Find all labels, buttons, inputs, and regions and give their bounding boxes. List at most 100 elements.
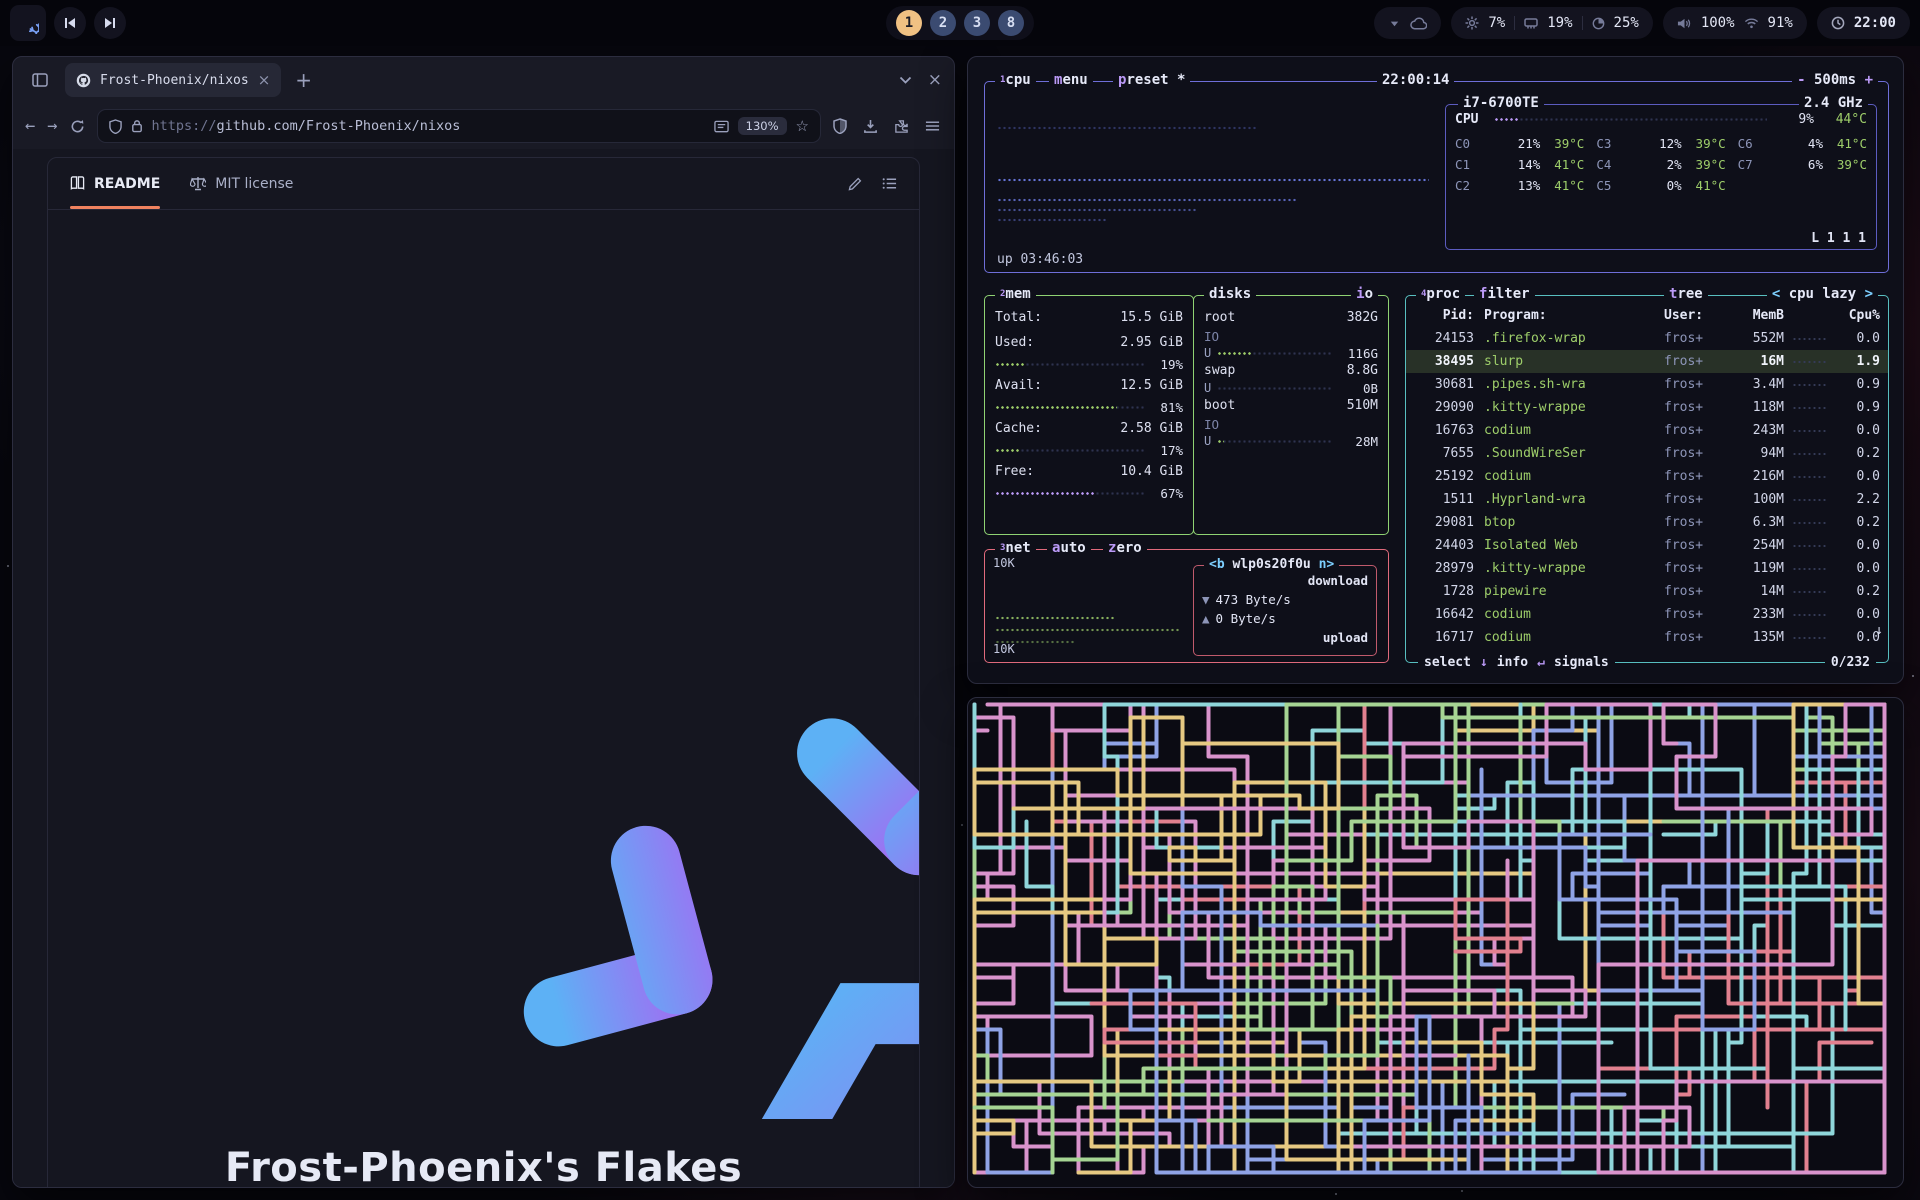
cpu-total-temp: 44°C bbox=[1821, 112, 1867, 127]
github-favicon bbox=[76, 73, 91, 88]
url-text: https://github.com/Frost-Phoenix/nixos bbox=[152, 118, 705, 134]
net-zero-toggle[interactable]: zero bbox=[1103, 540, 1147, 557]
extensions-puzzle-icon[interactable] bbox=[894, 119, 909, 134]
process-row[interactable]: 1511.Hyprland-wrafros+100M2.2 bbox=[1406, 488, 1888, 511]
proc-filter-button[interactable]: filter bbox=[1474, 286, 1535, 303]
net-download-value: ▼473 Byte/s bbox=[1202, 590, 1368, 609]
divider bbox=[1582, 16, 1583, 30]
window-close-button[interactable]: × bbox=[928, 70, 942, 90]
readme-body: Frost-Phoenix's Flakes ★STARS0●REPO SIZE… bbox=[48, 210, 919, 1188]
process-row[interactable]: 29081btopfros+6.3M0.2 bbox=[1406, 511, 1888, 534]
skip-forward-icon bbox=[103, 16, 117, 30]
btop-mem-box: 2mem Total:15.5 GiBUsed:2.95 GiB19%Avail… bbox=[984, 295, 1194, 535]
proc-tree-button[interactable]: tree bbox=[1664, 286, 1708, 303]
workspace-button-1[interactable]: 1 bbox=[896, 10, 922, 36]
process-list: 24153.firefox-wrapfros+552M0.038495slurp… bbox=[1406, 327, 1888, 649]
mem-box-title: 2mem bbox=[995, 286, 1036, 303]
process-table-header[interactable]: Pid: Program: User: MemB Cpu% bbox=[1406, 304, 1888, 327]
pipe bbox=[975, 796, 1352, 1173]
system-stats-widget[interactable]: 7% 19% 25% bbox=[1451, 7, 1652, 39]
menu-button[interactable]: menu bbox=[1049, 72, 1093, 89]
cpu-core-C5: C50%41°C bbox=[1596, 176, 1725, 195]
browser-tab[interactable]: Frost-Phoenix/nixos × bbox=[65, 63, 281, 97]
net-graph bbox=[995, 628, 1180, 632]
wifi-level: 91% bbox=[1768, 15, 1793, 31]
new-tab-button[interactable]: + bbox=[295, 68, 312, 92]
process-row[interactable]: 16717codiumfros+135M0.0 bbox=[1406, 626, 1888, 649]
process-row[interactable]: 28979.kitty-wrappefros+119M0.0 bbox=[1406, 557, 1888, 580]
cpu-gear-icon bbox=[1465, 16, 1479, 30]
net-auto-toggle[interactable]: auto bbox=[1047, 540, 1091, 557]
tab-readme[interactable]: README bbox=[70, 158, 160, 209]
net-scale-bottom: 10K bbox=[993, 642, 1015, 656]
url-rest: github.com/Frost-Phoenix/nixos bbox=[217, 118, 461, 134]
disks-box-title: disks bbox=[1204, 286, 1256, 303]
nixos-launcher-button[interactable] bbox=[10, 5, 46, 41]
select-action[interactable]: select bbox=[1424, 654, 1471, 671]
workspace-next-button[interactable] bbox=[94, 7, 126, 39]
mem-meter: 17% bbox=[995, 444, 1183, 456]
tab-close-button[interactable]: × bbox=[258, 71, 271, 89]
cpu-core-C0: C021%39°C bbox=[1455, 134, 1584, 153]
github-page: README MIT license Frost-Phoenix's Flake… bbox=[13, 149, 954, 1187]
forward-button[interactable]: → bbox=[47, 116, 57, 136]
scroll-down-indicator[interactable]: ↓ bbox=[1875, 623, 1883, 638]
cpu-total-meter bbox=[1494, 115, 1767, 124]
signals-action[interactable]: signals bbox=[1554, 654, 1609, 671]
process-row[interactable]: 38495slurpfros+16M1.9 bbox=[1406, 350, 1888, 373]
process-row[interactable]: 1728pipewirefros+14M0.2 bbox=[1406, 580, 1888, 603]
cpu-graph bbox=[997, 126, 1257, 130]
outline-list-icon[interactable] bbox=[882, 177, 897, 190]
zoom-level-badge[interactable]: 130% bbox=[738, 117, 787, 135]
workspace-list: 1238 bbox=[886, 6, 1034, 40]
cpu-graph bbox=[997, 218, 1107, 222]
privacy-shield-icon[interactable] bbox=[833, 118, 847, 134]
edit-pencil-icon[interactable] bbox=[848, 177, 862, 191]
audio-network-widget[interactable]: 100% 91% bbox=[1663, 7, 1807, 39]
star bbox=[1461, 1190, 1463, 1192]
tracking-shield-icon[interactable] bbox=[109, 119, 122, 134]
tab-list-chevron-icon[interactable] bbox=[899, 76, 912, 85]
back-button[interactable]: ← bbox=[25, 116, 35, 136]
weather-widget[interactable] bbox=[1374, 7, 1441, 39]
process-row[interactable]: 16763codiumfros+243M0.0 bbox=[1406, 419, 1888, 442]
workspace-button-3[interactable]: 3 bbox=[964, 10, 990, 36]
workspace-prev-button[interactable] bbox=[54, 7, 86, 39]
process-row[interactable]: 30681.pipes.sh-wrafros+3.4M0.9 bbox=[1406, 373, 1888, 396]
lock-icon[interactable] bbox=[131, 119, 143, 133]
reload-button[interactable] bbox=[70, 119, 85, 134]
cpu-core-C4: C42%39°C bbox=[1596, 155, 1725, 174]
net-scale-top: 10K bbox=[993, 556, 1015, 570]
workspace-button-2[interactable]: 2 bbox=[930, 10, 956, 36]
process-row[interactable]: 24403Isolated Webfros+254M0.0 bbox=[1406, 534, 1888, 557]
clock-widget[interactable]: 22:00 bbox=[1817, 7, 1910, 39]
load-average: L 1 1 1 bbox=[1811, 231, 1866, 246]
pipes-terminal-window bbox=[967, 697, 1904, 1188]
workspace-button-8[interactable]: 8 bbox=[998, 10, 1024, 36]
mem-stat-row: Used:2.95 GiB bbox=[995, 333, 1183, 352]
reader-mode-icon[interactable] bbox=[714, 120, 729, 133]
process-row[interactable]: 16642codiumfros+233M0.0 bbox=[1406, 603, 1888, 626]
url-input[interactable]: https://github.com/Frost-Phoenix/nixos 1… bbox=[97, 109, 822, 143]
info-action[interactable]: info bbox=[1497, 654, 1528, 671]
btop-cpu-box: 1cpu menu preset * 22:00:14 - 500ms + i7… bbox=[984, 81, 1889, 273]
net-box-title: 3net bbox=[995, 540, 1036, 557]
volume-icon bbox=[1677, 17, 1692, 30]
update-interval-control[interactable]: - 500ms + bbox=[1792, 72, 1878, 89]
process-row[interactable]: 25192codiumfros+216M0.0 bbox=[1406, 465, 1888, 488]
tab-mit-license[interactable]: MIT license bbox=[190, 158, 293, 209]
url-scheme: https:// bbox=[152, 118, 217, 134]
preset-button[interactable]: preset * bbox=[1113, 72, 1190, 89]
tab-title: Frost-Phoenix/nixos bbox=[100, 73, 249, 88]
process-row[interactable]: 7655.SoundWireSerfros+94M0.2 bbox=[1406, 442, 1888, 465]
sidebar-icon bbox=[32, 73, 48, 87]
process-row[interactable]: 29090.kitty-wrappefros+118M0.9 bbox=[1406, 396, 1888, 419]
sidebar-toggle-button[interactable] bbox=[25, 65, 55, 95]
proc-sort-control[interactable]: < cpu lazy > bbox=[1767, 286, 1878, 303]
menu-hamburger-icon[interactable] bbox=[925, 120, 940, 132]
disk-name-row: root382G bbox=[1204, 308, 1378, 327]
bookmark-star-icon[interactable]: ☆ bbox=[796, 117, 809, 135]
process-row[interactable]: 24153.firefox-wrapfros+552M0.0 bbox=[1406, 327, 1888, 350]
disks-io-toggle[interactable]: io bbox=[1351, 286, 1378, 303]
download-icon[interactable] bbox=[863, 119, 878, 134]
